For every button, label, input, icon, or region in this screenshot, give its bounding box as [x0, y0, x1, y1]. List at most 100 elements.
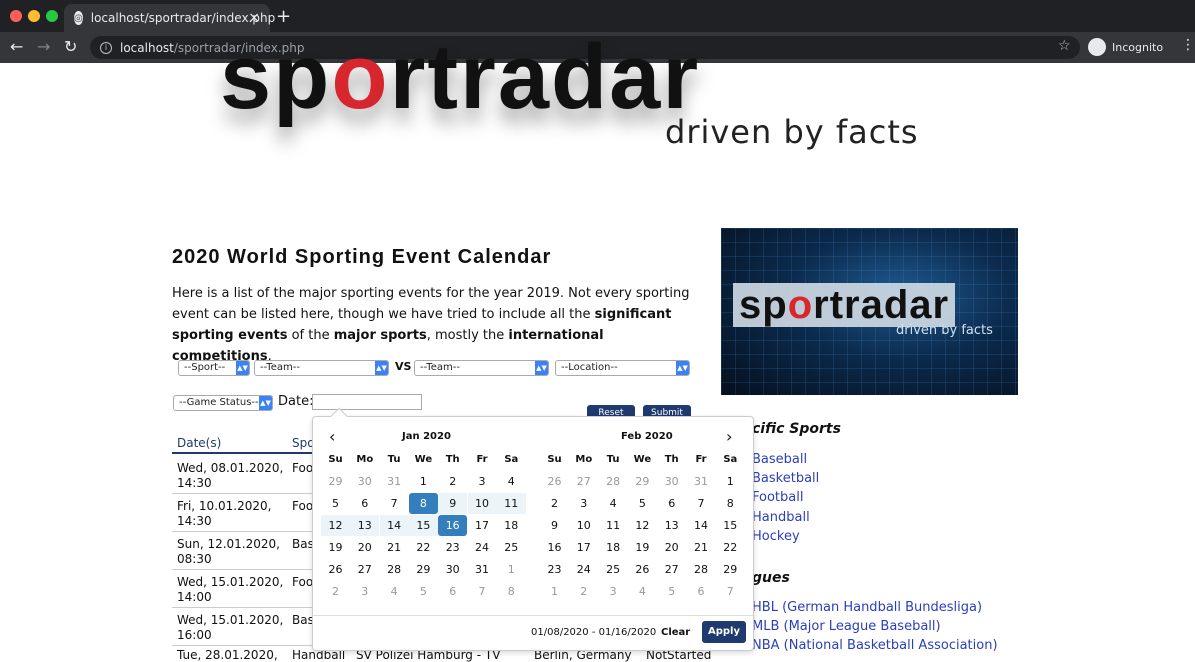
calendar-day[interactable]: 28 — [380, 559, 409, 580]
calendar-day[interactable]: 31 — [380, 471, 409, 492]
info-icon[interactable]: i — [100, 41, 112, 54]
calendar-day[interactable]: 23 — [438, 537, 467, 558]
calendar-day[interactable]: 17 — [569, 537, 598, 558]
calendar-day[interactable]: 14 — [379, 515, 409, 536]
calendar-day[interactable]: 30 — [350, 471, 379, 492]
calendar-day[interactable]: 7 — [716, 581, 745, 602]
calendar-day[interactable]: 9 — [438, 493, 468, 514]
calendar-day[interactable]: 15 — [408, 515, 438, 536]
calendar-day[interactable]: 7 — [468, 581, 497, 602]
calendar-day[interactable]: 1 — [497, 559, 526, 580]
calendar-day[interactable]: 2 — [438, 471, 467, 492]
sport-link-hockey[interactable]: Hockey — [752, 529, 800, 544]
calendar-day[interactable]: 29 — [321, 471, 350, 492]
header-dates[interactable]: Date(s) — [177, 436, 221, 450]
calendar-day[interactable]: 26 — [540, 471, 569, 492]
sport-link-football[interactable]: Football — [752, 490, 803, 505]
league-link-nba[interactable]: NBA (National Basketball Association) — [752, 638, 998, 653]
sport-link-basketball[interactable]: Basketball — [752, 471, 819, 486]
calendar-day[interactable]: 23 — [540, 559, 569, 580]
calendar-day[interactable]: 21 — [687, 537, 716, 558]
calendar-day[interactable]: 10 — [467, 493, 497, 514]
calendar-day[interactable]: 10 — [569, 515, 598, 536]
league-link-hbl[interactable]: HBL (German Handball Bundesliga) — [752, 600, 982, 615]
calendar-day[interactable]: 5 — [628, 493, 657, 514]
calendar-day[interactable]: 14 — [687, 515, 716, 536]
calendar-day[interactable]: 2 — [321, 581, 350, 602]
calendar-day[interactable]: 15 — [716, 515, 745, 536]
browser-menu-icon[interactable]: ⋮ — [1181, 37, 1195, 53]
calendar-day[interactable]: 26 — [628, 559, 657, 580]
calendar-day[interactable]: 31 — [687, 471, 716, 492]
close-tab-icon[interactable]: × — [248, 10, 260, 26]
calendar-day[interactable]: 25 — [497, 537, 526, 558]
calendar-day[interactable]: 1 — [716, 471, 745, 492]
calendar-day[interactable]: 29 — [409, 559, 438, 580]
calendar-day[interactable]: 27 — [350, 559, 379, 580]
calendar-day[interactable]: 29 — [628, 471, 657, 492]
calendar-day[interactable]: 29 — [716, 559, 745, 580]
bookmark-star-icon[interactable]: ☆ — [1058, 38, 1071, 54]
back-icon[interactable]: ← — [10, 37, 23, 56]
calendar-day[interactable]: 7 — [380, 493, 409, 514]
location-select[interactable]: --Location-- ▲▼ — [555, 360, 690, 376]
calendar-day[interactable]: 12 — [628, 515, 657, 536]
calendar-day[interactable]: 11 — [599, 515, 628, 536]
calendar-day[interactable]: 13 — [350, 515, 380, 536]
sport-select[interactable]: --Sport-- ▲▼ — [178, 360, 250, 376]
calendar-day[interactable]: 27 — [657, 559, 686, 580]
new-tab-icon[interactable]: + — [276, 6, 291, 27]
calendar-day[interactable]: 22 — [716, 537, 745, 558]
sport-link-handball[interactable]: Handball — [752, 510, 810, 525]
minimize-window-button[interactable] — [28, 10, 40, 22]
calendar-day[interactable]: 3 — [599, 581, 628, 602]
calendar-day[interactable]: 1 — [409, 471, 438, 492]
calendar-day[interactable]: 30 — [438, 559, 467, 580]
calendar-day[interactable]: 4 — [599, 493, 628, 514]
calendar-day[interactable]: 31 — [468, 559, 497, 580]
calendar-day[interactable]: 8 — [497, 581, 526, 602]
calendar-day[interactable]: 7 — [687, 493, 716, 514]
calendar-day[interactable]: 20 — [350, 537, 379, 558]
calendar-day[interactable]: 2 — [569, 581, 598, 602]
calendar-day[interactable]: 12 — [321, 515, 350, 536]
calendar-day[interactable]: 2 — [540, 493, 569, 514]
date-range-input[interactable] — [312, 394, 422, 410]
maximize-window-button[interactable] — [46, 10, 58, 22]
team1-select[interactable]: --Team-- ▲▼ — [254, 360, 389, 376]
calendar-day[interactable]: 18 — [497, 515, 526, 536]
calendar-day[interactable]: 6 — [438, 581, 467, 602]
calendar-day[interactable]: 17 — [468, 515, 497, 536]
calendar-day[interactable]: 20 — [657, 537, 686, 558]
calendar-day[interactable]: 3 — [350, 581, 379, 602]
calendar-day[interactable]: 19 — [321, 537, 350, 558]
calendar-day[interactable]: 28 — [687, 559, 716, 580]
calendar-day[interactable]: 19 — [628, 537, 657, 558]
next-month-icon[interactable]: › — [726, 427, 732, 446]
calendar-day[interactable]: 25 — [599, 559, 628, 580]
calendar-day[interactable]: 24 — [468, 537, 497, 558]
calendar-day[interactable]: 24 — [569, 559, 598, 580]
clear-button[interactable]: Clear — [661, 627, 690, 638]
close-window-button[interactable] — [10, 10, 22, 22]
league-link-mlb[interactable]: MLB (Major League Baseball) — [752, 619, 941, 634]
calendar-day[interactable]: 1 — [540, 581, 569, 602]
calendar-day[interactable]: 22 — [409, 537, 438, 558]
calendar-day[interactable]: 30 — [657, 471, 686, 492]
calendar-day[interactable]: 6 — [350, 493, 379, 514]
team2-select[interactable]: --Team-- ▲▼ — [414, 360, 549, 376]
prev-month-icon[interactable]: ‹ — [329, 427, 335, 446]
calendar-day[interactable]: 27 — [569, 471, 598, 492]
calendar-day[interactable]: 26 — [321, 559, 350, 580]
game-status-select[interactable]: --Game Status-- ▲▼ — [173, 395, 273, 411]
calendar-day[interactable]: 5 — [409, 581, 438, 602]
calendar-day[interactable]: 16 — [438, 515, 468, 536]
calendar-day[interactable]: 3 — [569, 493, 598, 514]
calendar-day[interactable]: 16 — [540, 537, 569, 558]
apply-button[interactable]: Apply — [702, 621, 746, 643]
reload-icon[interactable]: ↻ — [64, 37, 77, 56]
calendar-day[interactable]: 5 — [321, 493, 350, 514]
calendar-day[interactable]: 13 — [657, 515, 686, 536]
sport-link-baseball[interactable]: Baseball — [752, 452, 807, 467]
calendar-day[interactable]: 3 — [468, 471, 497, 492]
